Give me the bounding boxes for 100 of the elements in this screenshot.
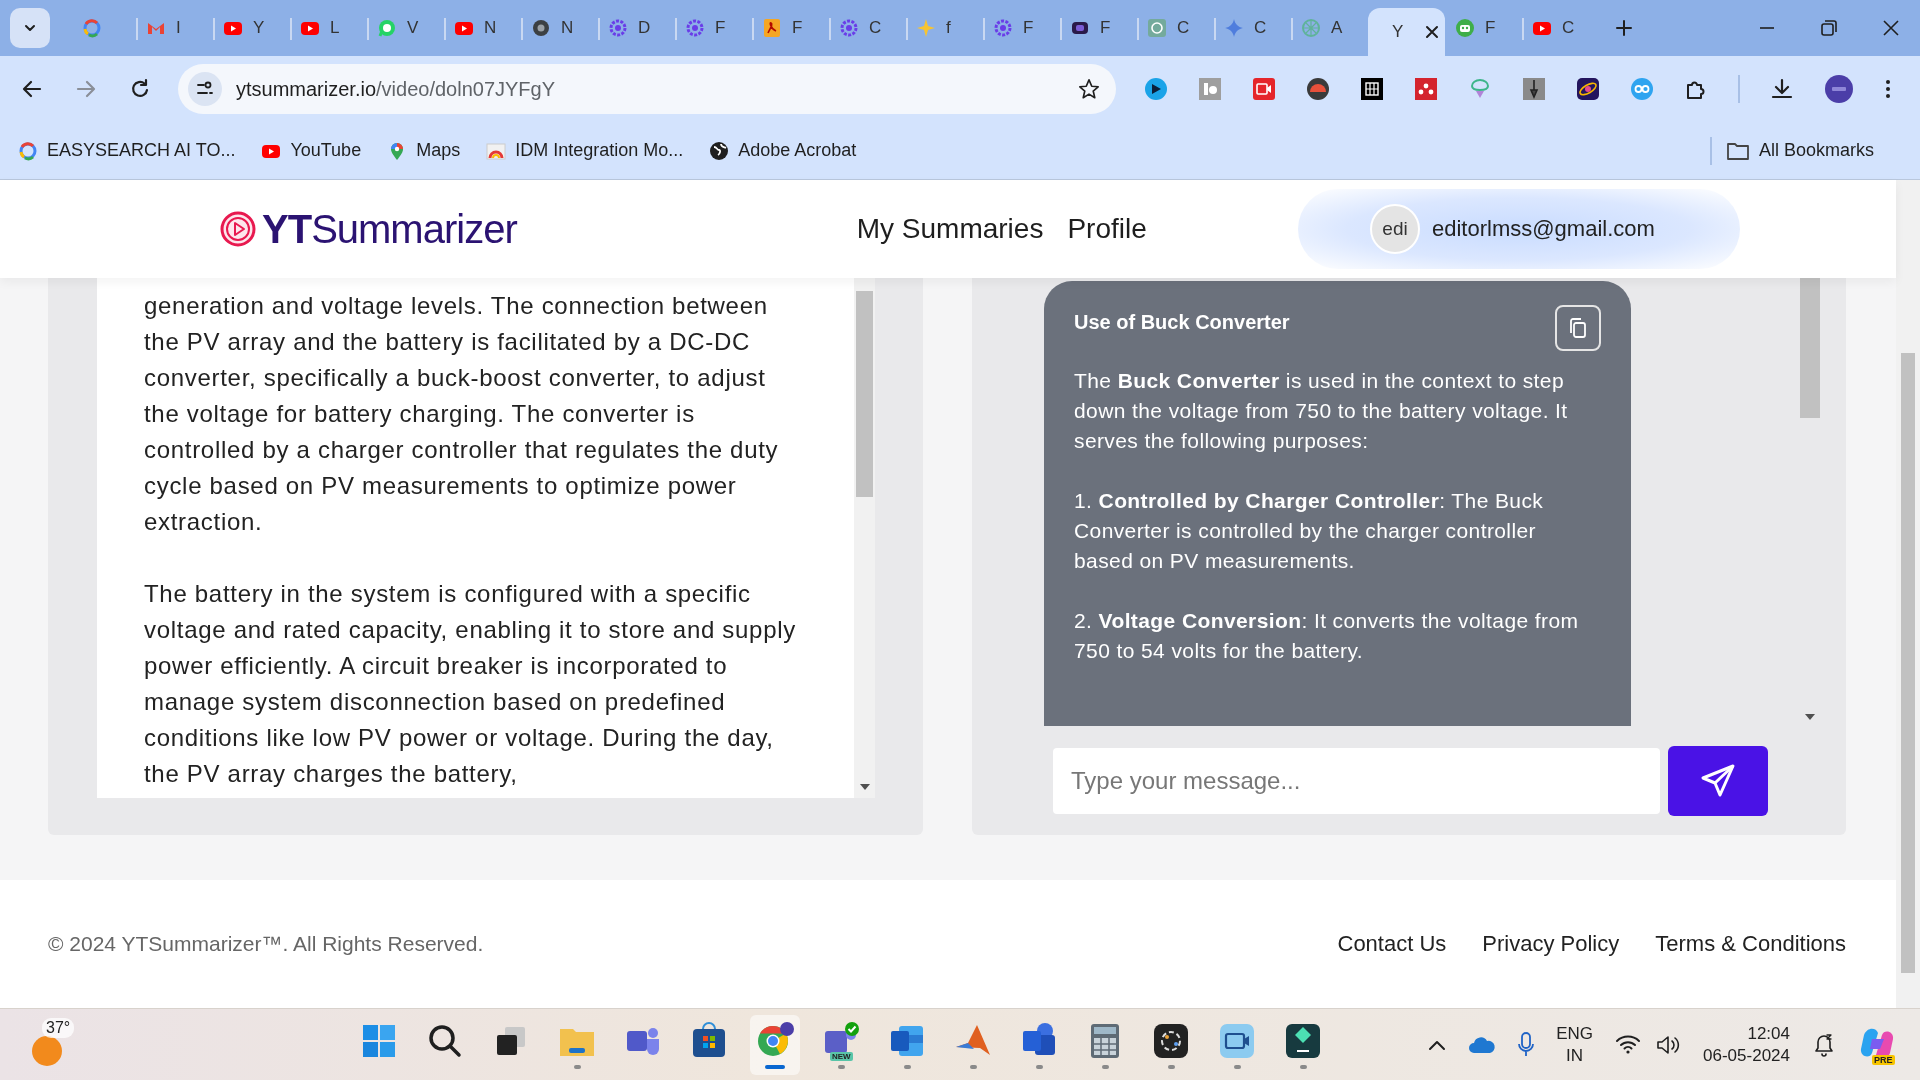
tab-title: F bbox=[1100, 18, 1111, 38]
browser-tab[interactable]: A bbox=[1291, 0, 1368, 56]
footer-link[interactable]: Privacy Policy bbox=[1482, 931, 1620, 957]
ring-icon bbox=[18, 140, 38, 161]
browser-tab[interactable]: C bbox=[1214, 0, 1291, 56]
clock-time[interactable]: 12:04 bbox=[1747, 1022, 1790, 1045]
copy-button[interactable] bbox=[1555, 305, 1601, 351]
nav-link[interactable]: Profile bbox=[1067, 213, 1147, 245]
browser-tab[interactable]: Y bbox=[1368, 8, 1445, 56]
new-badge: NEW bbox=[830, 1051, 853, 1061]
microphone-icon[interactable] bbox=[1518, 1031, 1535, 1058]
sunrise-icon[interactable] bbox=[1306, 77, 1330, 101]
bookmark-link[interactable]: EASYSEARCH AI TO... bbox=[18, 140, 236, 161]
plus-icon[interactable] bbox=[1615, 19, 1633, 37]
tab-title: f bbox=[946, 18, 951, 38]
browser-tab[interactable]: N bbox=[444, 0, 521, 56]
browser-tab[interactable]: L bbox=[290, 0, 367, 56]
caret-up-icon[interactable] bbox=[1428, 1038, 1447, 1051]
bookmark-link[interactable]: Adobe Acrobat bbox=[709, 140, 857, 161]
assistant-button[interactable]: PRE bbox=[1858, 1024, 1898, 1065]
footer-link[interactable]: Terms & Conditions bbox=[1655, 931, 1846, 957]
knot-icon bbox=[1147, 18, 1167, 38]
scrollbar[interactable] bbox=[854, 278, 875, 798]
pen-icon[interactable] bbox=[1522, 77, 1546, 101]
tab-title: C bbox=[1177, 18, 1190, 38]
browser-tab[interactable]: I bbox=[136, 0, 213, 56]
scroll-down-arrow-icon[interactable] bbox=[859, 784, 870, 790]
address-bar[interactable]: ytsummarizer.io/video/doln07JYFgY bbox=[178, 64, 1116, 114]
browser-tab[interactable]: F bbox=[752, 0, 829, 56]
bookmark-link[interactable]: Maps bbox=[387, 140, 461, 161]
bookmark-link[interactable]: YouTube bbox=[261, 140, 362, 161]
circle-icon bbox=[531, 18, 551, 38]
cloud-icon[interactable] bbox=[1468, 1035, 1497, 1054]
copy-icon[interactable] bbox=[1567, 317, 1589, 339]
temperature-label: 37° bbox=[42, 1017, 75, 1038]
gear-icon bbox=[993, 18, 1013, 38]
taskbar-button[interactable]: NEW bbox=[816, 1014, 866, 1075]
footer-link[interactable]: Contact Us bbox=[1337, 931, 1447, 957]
browser-tab[interactable]: C bbox=[1137, 0, 1214, 56]
taskbar-button[interactable] bbox=[750, 1014, 800, 1075]
user-avatar[interactable]: edi bbox=[1370, 204, 1420, 254]
tab-title: F bbox=[1485, 18, 1496, 38]
clock-date[interactable]: 06-05-2024 bbox=[1703, 1044, 1790, 1067]
gear-icon bbox=[608, 18, 628, 38]
bookmark-link[interactable]: IDM Integration Mo... bbox=[486, 140, 684, 161]
browser-tab[interactable]: Y bbox=[213, 0, 290, 56]
message-input[interactable]: Type your message... bbox=[1053, 748, 1660, 814]
url-text: ytsummarizer.io/video/doln07JYFgY bbox=[236, 77, 557, 101]
scroll-down-arrow-icon[interactable] bbox=[1805, 714, 1815, 720]
message-title: Use of Buck Converter bbox=[1074, 311, 1290, 334]
grid-icon[interactable] bbox=[1360, 77, 1384, 101]
globe-icon bbox=[709, 140, 730, 161]
close-icon[interactable] bbox=[1425, 25, 1440, 39]
browser-tab[interactable]: C bbox=[829, 0, 906, 56]
network-icon[interactable] bbox=[1414, 77, 1438, 101]
language-label[interactable]: ENG bbox=[1556, 1022, 1594, 1045]
page-scrollbar[interactable] bbox=[1896, 180, 1920, 1008]
square-icon[interactable] bbox=[1198, 77, 1222, 101]
star-icon[interactable] bbox=[1078, 78, 1100, 100]
more-menu-icon[interactable] bbox=[1884, 77, 1892, 101]
wifi-icon[interactable] bbox=[1615, 1033, 1642, 1054]
summary-paragraph: The battery in the system is configured with a specific voltage and rated capacity, enabling it to store and supply power efficiently. A circuit breaker is incorporated to manage system disconnection based on predefined conditions like low PV power or voltage. During the day, the PV array charges the battery, bbox=[144, 579, 797, 789]
restore-icon[interactable] bbox=[1820, 19, 1838, 37]
video-icon[interactable] bbox=[1252, 77, 1276, 101]
close-icon[interactable] bbox=[1882, 19, 1900, 37]
robot-icon bbox=[1455, 18, 1475, 38]
browser-tab[interactable]: D bbox=[598, 0, 675, 56]
tab-title: F bbox=[715, 18, 726, 38]
browser-tab[interactable]: F bbox=[675, 0, 752, 56]
browser-tab[interactable]: F bbox=[1060, 0, 1137, 56]
download-icon[interactable] bbox=[1770, 77, 1794, 101]
browser-tab[interactable]: N bbox=[521, 0, 598, 56]
nav-link[interactable]: My Summaries bbox=[856, 213, 1044, 245]
browser-tab[interactable]: V bbox=[367, 0, 444, 56]
orbit-icon[interactable] bbox=[1576, 77, 1600, 101]
user-email: editorlmss@gmail.com bbox=[1432, 216, 1655, 242]
bell-icon[interactable] bbox=[1812, 1031, 1836, 1058]
play-icon[interactable] bbox=[1144, 77, 1168, 101]
browser-tab[interactable]: F bbox=[1445, 0, 1522, 56]
browser-tab[interactable]: f bbox=[906, 0, 983, 56]
browser-tab[interactable]: F bbox=[983, 0, 1060, 56]
browser-tab[interactable]: C bbox=[1522, 0, 1599, 56]
tab-title: C bbox=[1254, 18, 1267, 38]
tab-title: N bbox=[561, 18, 574, 38]
ring-icon bbox=[82, 18, 102, 38]
send-button[interactable] bbox=[1668, 746, 1768, 816]
language-label[interactable]: IN bbox=[1566, 1044, 1584, 1067]
arc-icon bbox=[486, 140, 507, 161]
copyright-text: © 2024 YTSummarizer™. All Rights Reserved. bbox=[48, 932, 484, 956]
scrollbar-thumb[interactable] bbox=[856, 291, 873, 497]
tab-title: F bbox=[792, 18, 803, 38]
owl-icon[interactable] bbox=[1630, 77, 1654, 101]
all-bookmarks-button[interactable]: All Bookmarks bbox=[1725, 140, 1874, 161]
scrollbar-thumb[interactable] bbox=[1901, 353, 1915, 973]
volume-icon[interactable] bbox=[1655, 1033, 1682, 1056]
gear-icon bbox=[839, 18, 859, 38]
message-paragraph: The Buck Converter is used in the context to step down the voltage from 750 to the battery voltage. It serves the following purposes: bbox=[1074, 368, 1569, 454]
avatar-icon[interactable] bbox=[1824, 74, 1854, 104]
scrollbar-thumb[interactable] bbox=[1800, 278, 1820, 418]
tab-title: N bbox=[484, 18, 497, 38]
